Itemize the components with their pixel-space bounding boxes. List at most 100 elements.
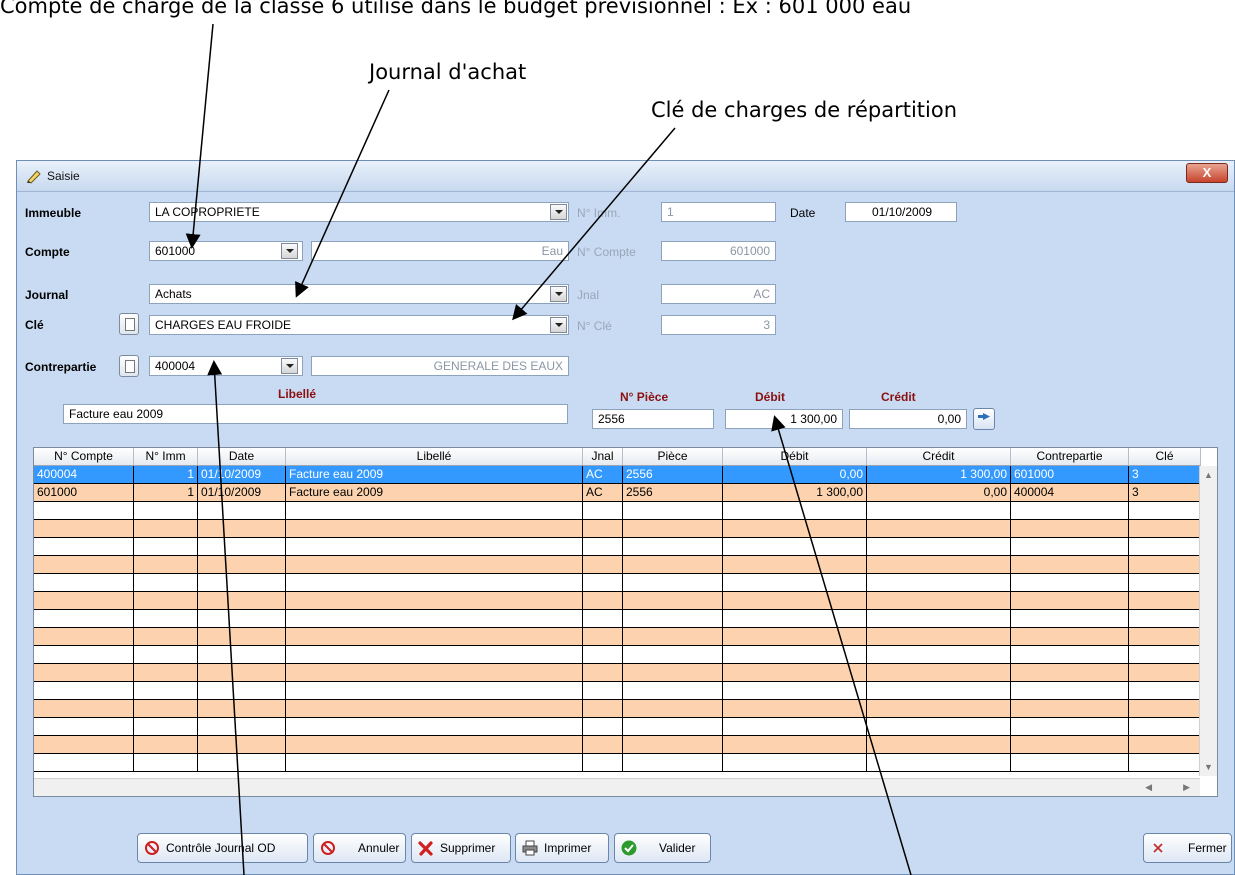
cell-n-compte[interactable]: 400004: [34, 466, 134, 484]
cell-debit[interactable]: [723, 754, 867, 772]
cell-n-compte[interactable]: [34, 628, 134, 646]
scroll-right-icon[interactable]: ▶: [1183, 782, 1190, 793]
column-header-jnal[interactable]: Jnal: [583, 448, 623, 466]
cell-piece[interactable]: 2556: [623, 484, 723, 502]
table-row[interactable]: 601000 1 01/10/2009 Facture eau 2009 AC 2556 1…: [34, 484, 1201, 502]
cell-debit[interactable]: [723, 700, 867, 718]
scroll-down-icon[interactable]: ▼: [1204, 762, 1213, 772]
cell-date[interactable]: [198, 610, 286, 628]
contrepartie-document-button[interactable]: [119, 355, 139, 377]
cell-cle[interactable]: [1129, 664, 1201, 682]
cell-jnal[interactable]: [583, 646, 623, 664]
cle-document-button[interactable]: [119, 313, 139, 335]
table-row[interactable]: [34, 628, 1201, 646]
cell-jnal[interactable]: [583, 682, 623, 700]
cell-jnal[interactable]: [583, 664, 623, 682]
column-header-piece[interactable]: Pièce: [623, 448, 723, 466]
date-field[interactable]: 01/10/2009: [845, 202, 957, 222]
cell-cle[interactable]: [1129, 682, 1201, 700]
cell-date[interactable]: [198, 718, 286, 736]
cell-date[interactable]: [198, 520, 286, 538]
cell-n-imm[interactable]: 1: [134, 466, 198, 484]
cell-date[interactable]: [198, 502, 286, 520]
contrepartie-select[interactable]: 400004: [149, 356, 303, 376]
cell-libelle[interactable]: [286, 682, 583, 700]
cell-n-imm[interactable]: [134, 520, 198, 538]
cell-cle[interactable]: [1129, 718, 1201, 736]
table-row[interactable]: [34, 664, 1201, 682]
cell-n-compte[interactable]: [34, 718, 134, 736]
cell-piece[interactable]: [623, 502, 723, 520]
cell-n-imm[interactable]: [134, 700, 198, 718]
table-row[interactable]: [34, 556, 1201, 574]
cell-cle[interactable]: [1129, 700, 1201, 718]
cell-contrepartie[interactable]: [1011, 736, 1129, 754]
cell-contrepartie[interactable]: [1011, 520, 1129, 538]
cell-debit[interactable]: [723, 538, 867, 556]
cell-piece[interactable]: [623, 574, 723, 592]
cell-n-imm[interactable]: [134, 538, 198, 556]
table-row[interactable]: [34, 538, 1201, 556]
cell-libelle[interactable]: [286, 538, 583, 556]
vertical-scrollbar[interactable]: ▲ ▼: [1199, 466, 1217, 776]
cell-debit[interactable]: [723, 592, 867, 610]
cell-n-imm[interactable]: [134, 646, 198, 664]
cell-n-imm[interactable]: [134, 502, 198, 520]
cell-contrepartie[interactable]: [1011, 682, 1129, 700]
cell-n-compte[interactable]: [34, 610, 134, 628]
cell-piece[interactable]: [623, 664, 723, 682]
cell-cle[interactable]: 3: [1129, 484, 1201, 502]
journal-select[interactable]: Achats: [149, 284, 569, 304]
cell-credit[interactable]: [867, 736, 1011, 754]
cell-credit[interactable]: [867, 592, 1011, 610]
column-header-debit[interactable]: Débit: [723, 448, 867, 466]
compte-dropdown-button[interactable]: [281, 243, 298, 259]
cell-contrepartie[interactable]: [1011, 718, 1129, 736]
cell-date[interactable]: [198, 538, 286, 556]
cell-n-imm[interactable]: [134, 736, 198, 754]
cell-jnal[interactable]: AC: [583, 484, 623, 502]
cell-n-imm[interactable]: [134, 628, 198, 646]
cell-contrepartie[interactable]: [1011, 700, 1129, 718]
compte-description-field[interactable]: Eau: [311, 241, 569, 261]
cell-debit[interactable]: 0,00: [723, 466, 867, 484]
table-row[interactable]: [34, 736, 1201, 754]
cell-piece[interactable]: [623, 538, 723, 556]
column-header-cle[interactable]: Clé: [1129, 448, 1201, 466]
contrepartie-dropdown-button[interactable]: [281, 358, 298, 374]
cell-debit[interactable]: [723, 628, 867, 646]
cell-libelle[interactable]: [286, 574, 583, 592]
cell-jnal[interactable]: [583, 718, 623, 736]
cell-n-compte[interactable]: [34, 574, 134, 592]
cell-cle[interactable]: [1129, 556, 1201, 574]
cell-n-compte[interactable]: [34, 664, 134, 682]
table-row[interactable]: [34, 502, 1201, 520]
cell-n-compte[interactable]: [34, 538, 134, 556]
annuler-button[interactable]: Annuler: [313, 833, 406, 863]
cell-credit[interactable]: 1 300,00: [867, 466, 1011, 484]
cell-credit[interactable]: [867, 646, 1011, 664]
cell-credit[interactable]: [867, 664, 1011, 682]
cell-n-compte[interactable]: [34, 502, 134, 520]
cell-contrepartie[interactable]: 400004: [1011, 484, 1129, 502]
piece-input[interactable]: 2556: [592, 409, 714, 429]
window-close-button[interactable]: X: [1186, 163, 1228, 183]
add-line-button[interactable]: [973, 408, 995, 430]
cell-piece[interactable]: [623, 592, 723, 610]
cell-n-imm[interactable]: [134, 574, 198, 592]
credit-input[interactable]: 0,00: [849, 409, 967, 429]
cell-libelle[interactable]: Facture eau 2009: [286, 466, 583, 484]
cell-n-imm[interactable]: [134, 682, 198, 700]
cell-credit[interactable]: [867, 700, 1011, 718]
cell-contrepartie[interactable]: [1011, 754, 1129, 772]
cell-contrepartie[interactable]: [1011, 502, 1129, 520]
cell-cle[interactable]: [1129, 646, 1201, 664]
cell-contrepartie[interactable]: [1011, 592, 1129, 610]
cell-piece[interactable]: [623, 610, 723, 628]
imprimer-button[interactable]: Imprimer: [515, 833, 609, 863]
cell-n-imm[interactable]: [134, 718, 198, 736]
cell-jnal[interactable]: [583, 592, 623, 610]
cell-piece[interactable]: 2556: [623, 466, 723, 484]
cell-piece[interactable]: [623, 718, 723, 736]
immeuble-dropdown-button[interactable]: [550, 204, 567, 220]
